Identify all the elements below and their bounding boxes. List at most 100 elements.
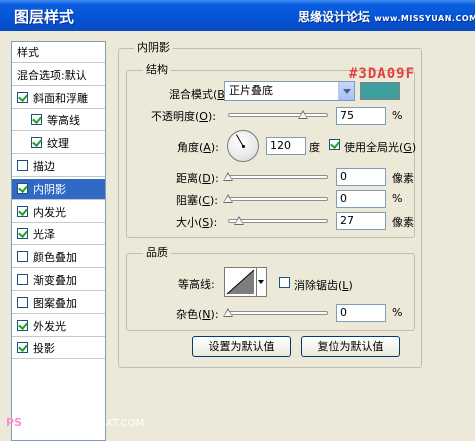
sidebar-item-label: 描边 [33, 160, 55, 173]
watermark-bottom: PS学堂 www.52PSXT.COM [6, 414, 146, 436]
sidebar-item[interactable]: 外发光 [12, 316, 105, 337]
check-icon [32, 137, 42, 148]
color-hex-annotation: #3DA09F [349, 66, 416, 82]
opacity-slider-track[interactable] [228, 113, 328, 117]
sidebar-item-checkbox[interactable] [17, 205, 28, 217]
global-light-label: 使用全局光(G) [344, 141, 417, 154]
check-icon [18, 342, 28, 353]
opacity-unit: % [392, 109, 403, 122]
global-light-checkbox[interactable] [329, 139, 340, 150]
sidebar-item-label: 混合选项:默认 [17, 68, 87, 82]
contour-preview[interactable] [224, 267, 257, 297]
noise-input[interactable]: 0 [336, 304, 386, 322]
sidebar-item[interactable]: 投影 [12, 338, 105, 360]
distance-label: 距离(D): [176, 172, 219, 185]
size-input[interactable]: 27 [336, 212, 386, 230]
sidebar-item-checkbox[interactable] [31, 114, 42, 126]
sidebar-item[interactable]: 光泽 [12, 224, 105, 246]
watermark-top-url: www.MISSYUAN.COM [374, 14, 475, 23]
angle-input[interactable]: 120 [266, 137, 306, 155]
sidebar-item-checkbox[interactable] [17, 319, 28, 331]
distance-slider-track[interactable] [228, 175, 328, 179]
check-icon [18, 91, 28, 102]
sidebar-item-label: 投影 [33, 342, 55, 356]
shadow-color-swatch[interactable] [360, 82, 400, 100]
sidebar-item-checkbox[interactable] [17, 274, 28, 285]
watermark-bottom-text2: www.52PSXT.COM [53, 418, 145, 429]
chevron-down-icon [338, 82, 354, 100]
angle-unit: 度 [309, 141, 320, 154]
size-label: 大小(S): [176, 216, 218, 229]
noise-slider-track[interactable] [228, 311, 328, 315]
choke-slider-track[interactable] [228, 197, 328, 201]
size-slider-thumb[interactable] [233, 216, 244, 225]
check-icon [32, 114, 42, 125]
distance-slider-thumb[interactable] [223, 172, 233, 181]
noise-label: 杂色(N): [176, 308, 219, 321]
sidebar-item-label: 外发光 [33, 319, 66, 333]
watermark-bottom-ps: PS [6, 416, 22, 429]
sidebar-item[interactable]: 内发光 [12, 202, 105, 223]
title-bar: 图层样式 思缘设计论坛 www.MISSYUAN.COM [0, 0, 475, 31]
noise-unit: % [392, 306, 403, 319]
check-icon [18, 205, 28, 216]
choke-slider-thumb[interactable] [223, 194, 233, 203]
sidebar-item-label: 渐变叠加 [33, 274, 77, 287]
check-icon [18, 182, 28, 193]
angle-label: 角度(A): [177, 141, 219, 154]
sidebar-item-checkbox[interactable] [17, 91, 28, 103]
antialias-label: 消除锯齿(L) [294, 279, 353, 292]
sidebar-item-label: 颜色叠加 [33, 251, 77, 265]
sidebar-item-checkbox[interactable] [31, 137, 42, 149]
dialog-title: 图层样式 [14, 8, 75, 26]
contour-dropdown-button[interactable] [257, 267, 267, 297]
antialias-checkbox[interactable] [279, 277, 290, 288]
sidebar-item[interactable]: 混合选项:默认 [12, 65, 105, 86]
check-icon [18, 228, 28, 239]
watermark-top-text: 思缘设计论坛 [298, 10, 371, 24]
sidebar-item[interactable]: 图案叠加 [12, 293, 105, 314]
opacity-label: 不透明度(O): [151, 110, 216, 123]
sidebar-item[interactable]: 等高线 [12, 110, 105, 132]
sidebar-item-label: 光泽 [33, 228, 55, 242]
noise-slider-thumb[interactable] [223, 308, 233, 317]
sidebar-item[interactable]: 样式 [12, 42, 105, 63]
sidebar-item-checkbox[interactable] [17, 342, 28, 354]
layer-style-dialog: 图层样式 思缘设计论坛 www.MISSYUAN.COM 样式混合选项:默认斜面… [0, 0, 475, 441]
inner-shadow-title: 内阴影 [134, 39, 173, 55]
sidebar-item[interactable]: 纹理 [12, 133, 105, 155]
sidebar-item-label: 内发光 [33, 205, 66, 219]
set-default-button[interactable]: 设置为默认值 [192, 336, 291, 357]
sidebar-item[interactable]: 描边 [12, 156, 105, 177]
sidebar-item[interactable]: 渐变叠加 [12, 270, 105, 291]
sidebar-item-checkbox[interactable] [17, 228, 28, 240]
structure-title: 结构 [143, 61, 171, 77]
sidebar-item-checkbox[interactable] [17, 160, 28, 171]
sidebar-item-checkbox[interactable] [17, 251, 28, 263]
style-list: 样式混合选项:默认斜面和浮雕 等高线纹理描边内阴影内发光光泽颜色叠加渐变叠加图案叠… [11, 41, 106, 441]
blend-mode-select[interactable]: 正片叠底 [224, 81, 355, 101]
choke-label: 阻塞(C): [176, 194, 218, 207]
sidebar-item[interactable]: 内阴影 [12, 178, 105, 200]
contour-label: 等高线: [178, 278, 215, 291]
sidebar-item-checkbox[interactable] [17, 296, 28, 308]
size-unit: 像素 [392, 216, 414, 229]
sidebar-item-label: 图案叠加 [33, 296, 77, 310]
blend-mode-value: 正片叠底 [229, 84, 273, 97]
reset-default-button[interactable]: 复位为默认值 [301, 336, 400, 357]
opacity-input[interactable]: 75 [336, 107, 386, 125]
sidebar-item-checkbox[interactable] [17, 182, 28, 194]
opacity-slider-thumb[interactable] [298, 110, 308, 119]
sidebar-item-label: 内阴影 [33, 182, 66, 196]
sidebar-item-label: 样式 [17, 46, 39, 59]
contour-curve-icon [226, 269, 255, 295]
watermark-bottom-text1: 学堂 [21, 418, 42, 429]
distance-input[interactable]: 0 [336, 168, 386, 186]
distance-unit: 像素 [392, 172, 414, 185]
quality-title: 品质 [143, 244, 171, 260]
sidebar-item[interactable]: 斜面和浮雕 [12, 88, 105, 109]
sidebar-item-label: 纹理 [47, 137, 69, 151]
choke-input[interactable]: 0 [336, 190, 386, 208]
angle-dial[interactable] [227, 130, 259, 162]
sidebar-item[interactable]: 颜色叠加 [12, 247, 105, 269]
